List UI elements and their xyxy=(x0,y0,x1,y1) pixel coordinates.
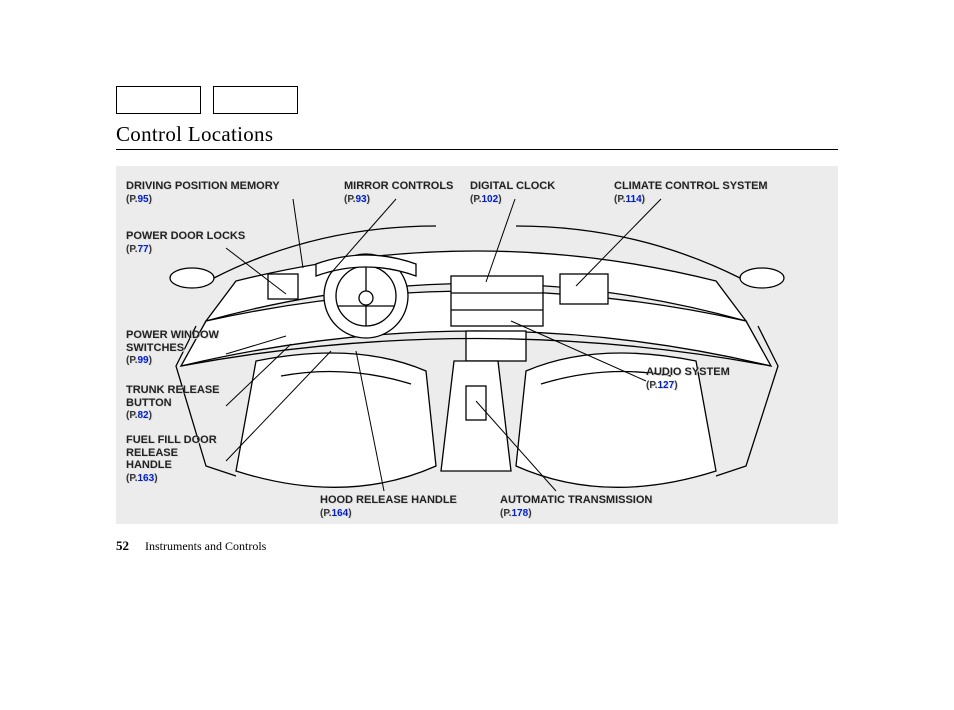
label-audio-system: AUDIO SYSTEM (P.127) xyxy=(646,366,730,391)
page-title: Control Locations xyxy=(116,122,273,147)
header-boxes xyxy=(116,86,298,114)
label-mirror-controls: MIRROR CONTROLS (P.93) xyxy=(344,180,453,205)
label-trunk-release-button: TRUNK RELEASE BUTTON (P.82) xyxy=(126,384,226,422)
label-text: HOOD RELEASE HANDLE xyxy=(320,494,457,506)
page-ref-99[interactable]: 99 xyxy=(138,355,149,366)
label-power-window-switches: POWER WINDOW SWITCHES (P.99) xyxy=(126,329,226,367)
page-footer: 52 Instruments and Controls xyxy=(116,538,266,554)
label-text: POWER DOOR LOCKS xyxy=(126,230,245,242)
label-power-door-locks: POWER DOOR LOCKS (P.77) xyxy=(126,230,245,255)
label-text: AUTOMATIC TRANSMISSION xyxy=(500,494,652,506)
page-ref-77[interactable]: 77 xyxy=(138,244,149,255)
label-fuel-fill-door-release-handle: FUEL FILL DOOR RELEASE HANDLE (P.163) xyxy=(126,434,226,485)
title-rule xyxy=(116,149,838,150)
page-ref-178[interactable]: 178 xyxy=(512,508,529,519)
label-text: AUDIO SYSTEM xyxy=(646,366,730,378)
label-text: DRIVING POSITION MEMORY xyxy=(126,180,280,192)
page-ref-93[interactable]: 93 xyxy=(356,194,367,205)
diagram-panel: DRIVING POSITION MEMORY (P.95) MIRROR CO… xyxy=(116,166,838,524)
label-text: DIGITAL CLOCK xyxy=(470,180,555,192)
label-automatic-transmission: AUTOMATIC TRANSMISSION (P.178) xyxy=(500,494,652,519)
page-ref-114[interactable]: 114 xyxy=(626,194,642,205)
label-hood-release-handle: HOOD RELEASE HANDLE (P.164) xyxy=(320,494,457,519)
label-text: FUEL FILL DOOR RELEASE HANDLE xyxy=(126,434,217,471)
page-ref-102[interactable]: 102 xyxy=(482,194,499,205)
label-text: MIRROR CONTROLS xyxy=(344,180,453,192)
label-text: TRUNK RELEASE BUTTON xyxy=(126,384,220,409)
page-ref-163[interactable]: 163 xyxy=(138,473,155,484)
page-ref-127[interactable]: 127 xyxy=(658,380,675,391)
label-driving-position-memory: DRIVING POSITION MEMORY (P.95) xyxy=(126,180,280,205)
label-climate-control-system: CLIMATE CONTROL SYSTEM (P.114) xyxy=(614,180,768,205)
page-ref-164[interactable]: 164 xyxy=(332,508,349,519)
page-ref-95[interactable]: 95 xyxy=(138,194,149,205)
header-box-2 xyxy=(213,86,298,114)
label-digital-clock: DIGITAL CLOCK (P.102) xyxy=(470,180,555,205)
label-text: CLIMATE CONTROL SYSTEM xyxy=(614,180,768,192)
label-text: POWER WINDOW SWITCHES xyxy=(126,329,219,354)
header-box-1 xyxy=(116,86,201,114)
page-ref-82[interactable]: 82 xyxy=(138,410,149,421)
section-name: Instruments and Controls xyxy=(145,539,266,554)
page-number: 52 xyxy=(116,538,129,554)
